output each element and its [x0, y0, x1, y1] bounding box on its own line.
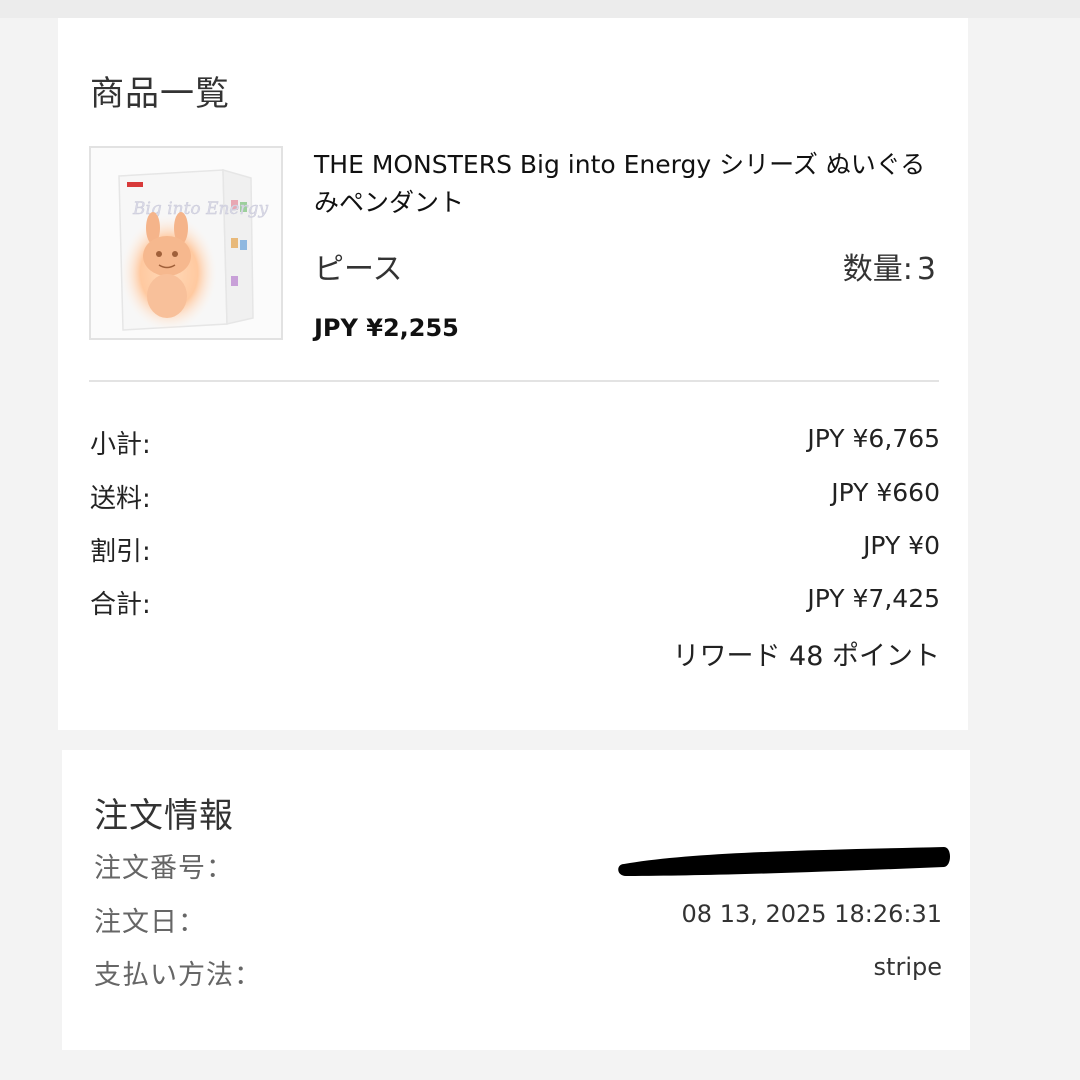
discount-value: JPY ¥0 — [863, 531, 940, 560]
discount-row: 割引: JPY ¥0 — [90, 531, 940, 571]
order-info-title: 注文情報 — [94, 796, 234, 836]
payment-method-row: 支払い方法： stripe — [94, 953, 942, 993]
product-variant: ピース — [314, 252, 403, 287]
product-quantity: 数量: 3 — [839, 244, 936, 288]
products-section-title: 商品一覧 — [90, 74, 230, 114]
product-price: JPY ¥2,255 — [314, 314, 459, 342]
subtotal-row: 小計: JPY ¥6,765 — [90, 424, 940, 464]
top-strip — [0, 0, 1080, 18]
subtotal-label: 小計: — [90, 430, 151, 460]
order-date-value: 08 13, 2025 18:26:31 — [681, 900, 942, 928]
subtotal-value: JPY ¥6,765 — [807, 424, 940, 453]
shipping-row: 送料: JPY ¥660 — [90, 478, 940, 518]
quantity-label: 数量: — [842, 252, 913, 287]
products-card: 商品一覧 Big into Energy THE MONSTERS Big in… — [58, 18, 968, 730]
product-thumbnail[interactable]: Big into Energy — [89, 146, 283, 340]
redaction-mark — [618, 847, 950, 876]
order-date-label: 注文日： — [94, 907, 206, 938]
quantity-value: 3 — [916, 252, 936, 287]
total-row: 合計: JPY ¥7,425 — [90, 584, 940, 624]
payment-method-value: stripe — [873, 953, 942, 981]
discount-label: 割引: — [90, 537, 151, 567]
shipping-label: 送料: — [90, 484, 151, 514]
order-number-label: 注文番号： — [94, 853, 234, 884]
product-box-image: Big into Energy — [91, 148, 281, 338]
order-detail-page: 商品一覧 Big into Energy THE MONSTERS Big in… — [0, 0, 1080, 1080]
order-info-card: 注文情報 注文番号： 注文日： 08 13, 2025 18:26:31 支払い… — [62, 750, 970, 1050]
product-name[interactable]: THE MONSTERS Big into Energy シリーズ ぬいぐるみペ… — [314, 146, 944, 222]
total-label: 合計: — [90, 590, 151, 620]
shipping-value: JPY ¥660 — [831, 478, 940, 507]
reward-points: リワード 48 ポイント — [672, 641, 940, 672]
divider — [89, 380, 939, 382]
total-value: JPY ¥7,425 — [807, 584, 940, 613]
order-date-row: 注文日： 08 13, 2025 18:26:31 — [94, 900, 942, 940]
payment-method-label: 支払い方法： — [94, 960, 262, 991]
